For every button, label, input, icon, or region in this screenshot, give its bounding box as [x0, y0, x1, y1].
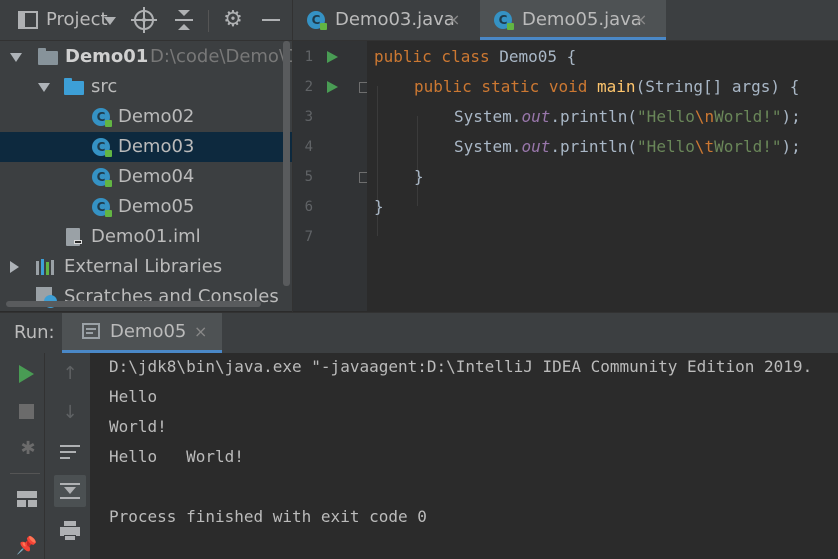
code-line: System.out.println("Hello\nWorld!"); [454, 107, 801, 126]
console-line: Process finished with exit code 0 [109, 507, 427, 526]
java-class-icon: C [92, 138, 112, 157]
tree-item-label: Demo02 [118, 106, 195, 127]
java-class-icon: C [92, 168, 112, 187]
line-number: 1 [304, 49, 313, 65]
tree-item-label: src [91, 76, 118, 97]
console-line: World! [109, 417, 167, 436]
iml-file-icon [66, 228, 82, 246]
chevron-down-icon[interactable] [10, 53, 22, 62]
project-view-selector[interactable]: Project [46, 8, 108, 32]
tree-item-demo01[interactable]: Demo01 D:\code\Demo\D [0, 42, 292, 72]
run-toolbar: ✱ 📌 ↑ ↓ [0, 353, 90, 559]
tree-item-label: Demo03 [118, 136, 195, 157]
project-tree: Demo01 D:\code\Demo\D src C Demo02 C Dem… [0, 41, 292, 311]
debug-icon[interactable]: ✱ [18, 439, 38, 459]
console-line: D:\jdk8\bin\java.exe "-javaagent:D:\Inte… [109, 357, 813, 376]
tab-demo03[interactable]: C Demo03.java × [293, 0, 479, 40]
down-arrow-icon[interactable]: ↓ [56, 399, 84, 427]
code-line: } [414, 167, 424, 186]
source-folder-icon [64, 78, 84, 95]
tree-item-demo05[interactable]: C Demo05 [0, 192, 292, 222]
line-number: 3 [304, 109, 313, 125]
tree-item-label: Demo01 [65, 46, 149, 67]
close-icon[interactable]: × [447, 0, 460, 40]
module-folder-icon [38, 48, 58, 65]
libraries-icon [36, 259, 58, 275]
editor-gutter: 1 2 3 4 5 6 7 [293, 41, 368, 311]
chevron-right-icon[interactable] [10, 261, 19, 273]
code-editor[interactable]: public class Demo05 { public static void… [367, 41, 838, 311]
minimize-icon[interactable] [262, 19, 280, 21]
tree-item-label: Demo05 [118, 196, 195, 217]
collapse-all-icon[interactable] [174, 10, 194, 32]
rerun-icon[interactable] [19, 365, 34, 383]
tree-item-label: External Libraries [64, 256, 223, 277]
stop-icon[interactable] [19, 404, 34, 419]
tab-label: Demo03.java [335, 9, 455, 30]
tab-run-demo05[interactable]: Demo05 × [62, 313, 222, 353]
console-line: Hello [109, 387, 158, 406]
toolbar-divider [208, 10, 209, 32]
tree-item-iml[interactable]: Demo01.iml [0, 222, 292, 252]
tree-item-label: Demo04 [118, 166, 195, 187]
code-line: public class Demo05 { [374, 47, 577, 66]
tree-item-src[interactable]: src [0, 72, 292, 102]
tab-label: Demo05.java [522, 9, 642, 30]
scroll-to-end-icon[interactable] [54, 475, 86, 507]
java-class-icon: C [92, 198, 112, 217]
code-line: System.out.println("Hello\tWorld!"); [454, 137, 801, 156]
run-tool-window-header: Run: Demo05 × [0, 312, 838, 353]
locate-icon[interactable] [131, 7, 157, 33]
indent-guide [417, 116, 418, 206]
tab-label: Demo05 [110, 321, 187, 342]
tree-item-demo03[interactable]: C Demo03 [0, 132, 292, 162]
run-label: Run: [14, 322, 55, 343]
console-icon [82, 323, 100, 339]
close-icon[interactable]: × [194, 320, 207, 344]
print-icon[interactable] [60, 521, 80, 541]
toolbar-divider [44, 353, 45, 559]
tree-item-label: Demo01.iml [91, 226, 201, 247]
code-line: } [374, 197, 384, 216]
line-number: 7 [304, 229, 313, 245]
run-gutter-icon[interactable] [327, 81, 338, 93]
chevron-down-icon[interactable] [38, 83, 50, 92]
line-number: 2 [304, 79, 313, 95]
code-line: public static void main(String[] args) { [414, 77, 800, 96]
gear-icon[interactable]: ⚙ [222, 9, 244, 31]
up-arrow-icon[interactable]: ↑ [56, 360, 84, 388]
project-view-title: Project [46, 9, 108, 30]
soft-wrap-icon[interactable] [60, 443, 80, 461]
project-view-icon [18, 11, 38, 29]
project-toolbar: Project ⚙ [0, 0, 292, 41]
tree-item-demo02[interactable]: C Demo02 [0, 102, 292, 132]
line-number: 4 [304, 139, 313, 155]
tree-vertical-scrollbar[interactable] [283, 41, 290, 286]
tab-demo05[interactable]: C Demo05.java × [480, 0, 666, 40]
pin-icon[interactable]: 📌 [16, 536, 37, 556]
dropdown-icon[interactable] [104, 17, 116, 25]
java-class-icon: C [307, 11, 327, 30]
toolbar-divider [10, 473, 40, 474]
tree-horizontal-scrollbar[interactable] [6, 301, 261, 307]
tree-item-path: D:\code\Demo\D [150, 46, 292, 67]
console-output[interactable]: D:\jdk8\bin\java.exe "-javaagent:D:\Inte… [91, 353, 838, 559]
close-icon[interactable]: × [634, 0, 647, 40]
java-class-icon: C [494, 11, 514, 30]
tree-item-demo04[interactable]: C Demo04 [0, 162, 292, 192]
console-line: Hello World! [109, 447, 244, 466]
layout-icon[interactable] [17, 491, 37, 507]
java-class-icon: C [92, 108, 112, 127]
line-number: 6 [304, 199, 313, 215]
line-number: 5 [304, 169, 313, 185]
editor-tab-bar: C Demo03.java × C Demo05.java × [293, 0, 838, 41]
run-gutter-icon[interactable] [327, 51, 338, 63]
tree-item-external-libraries[interactable]: External Libraries [0, 252, 292, 282]
